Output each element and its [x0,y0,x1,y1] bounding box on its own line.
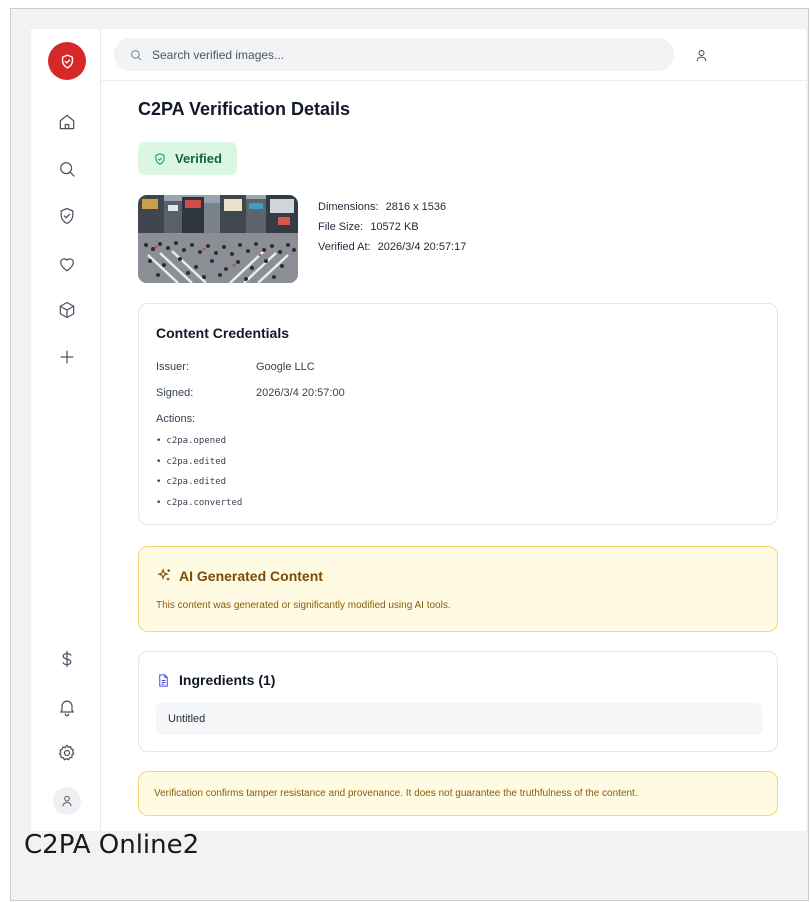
sidebar-notifications-button[interactable] [54,694,80,720]
app-logo[interactable] [48,42,86,80]
image-caption: C2PA Online2 [24,830,200,860]
shield-logo-icon [61,53,73,69]
home-icon [59,114,75,130]
top-bar [101,29,806,81]
sidebar-packages-button[interactable] [54,297,80,323]
account-button[interactable] [692,46,710,64]
sidebar [31,29,101,831]
actions-label: Actions: [156,413,196,425]
user-icon [696,49,706,61]
heart-icon [60,258,74,272]
issuer-row: Issuer: Google LLC [156,361,315,373]
ingredients-card: Ingredients (1) Untitled [138,651,778,752]
sidebar-home-button[interactable] [54,109,80,135]
signed-value: 2026/3/4 20:57:00 [256,387,345,399]
sidebar-favorites-button[interactable] [54,251,80,277]
app-window: C2PA Verification Details Verified [31,29,806,831]
content-credentials-card: Content Credentials Issuer: Google LLC Si… [138,303,778,525]
dimensions-row: Dimensions: 2816 x 1536 [318,201,447,213]
bell-icon [60,700,74,717]
sidebar-pricing-button[interactable] [54,646,80,672]
package-icon [59,301,75,319]
disclaimer-notice: Verification confirms tamper resistance … [138,771,778,816]
user-icon [62,795,72,807]
action-item: c2pa.opened [156,431,242,452]
sidebar-add-button[interactable] [54,344,80,370]
sidebar-verify-button[interactable] [54,203,80,229]
search-icon [131,49,142,60]
ingredients-heading: Ingredients (1) [156,672,275,688]
verified-at-row: Verified At: 2026/3/4 20:57:17 [318,241,467,253]
search-input[interactable] [152,47,632,62]
action-item: c2pa.edited [156,472,242,493]
file-size-value: 10572 KB [370,221,419,233]
document-icon [159,673,168,687]
ingredients-title: Ingredients (1) [179,672,276,688]
gear-icon [58,744,75,761]
dimensions-value: 2816 x 1536 [385,201,447,213]
page-title: C2PA Verification Details [138,99,351,119]
verified-badge: Verified [138,142,237,175]
screenshot-frame: C2PA Verification Details Verified [10,8,809,901]
ai-notice-heading: AI Generated Content [156,567,323,584]
dollar-icon [62,650,72,668]
verified-at-value: 2026/3/4 20:57:17 [377,241,467,253]
action-item: c2pa.converted [156,493,242,514]
image-thumbnail[interactable] [138,195,298,283]
file-size-row: File Size: 10572 KB [318,221,419,233]
signed-row: Signed: 2026/3/4 20:57:00 [156,387,345,399]
ai-notice-text: This content was generated or significan… [156,600,451,611]
image-metadata: Dimensions: 2816 x 1536 File Size: 10572… [318,197,466,257]
content-credentials-title: Content Credentials [156,325,290,341]
action-item: c2pa.edited [156,452,242,473]
search-bar[interactable] [114,38,674,71]
sparkles-icon [157,568,171,581]
plus-icon [60,350,74,364]
ingredient-item[interactable]: Untitled [156,703,762,735]
sidebar-settings-button[interactable] [54,740,80,766]
verified-label: Verified [175,151,222,166]
crowd-crossing-photo [138,195,298,283]
sidebar-avatar-button[interactable] [53,787,81,815]
ai-generated-notice: AI Generated Content This content was ge… [138,546,778,632]
ai-notice-title: AI Generated Content [179,567,323,584]
sidebar-search-button[interactable] [54,156,80,182]
shield-check-icon [60,207,74,225]
search-icon [60,162,75,177]
issuer-value: Google LLC [256,361,315,373]
shield-check-icon [155,152,165,165]
actions-list: c2pa.opened c2pa.edited c2pa.edited c2pa… [156,431,242,513]
